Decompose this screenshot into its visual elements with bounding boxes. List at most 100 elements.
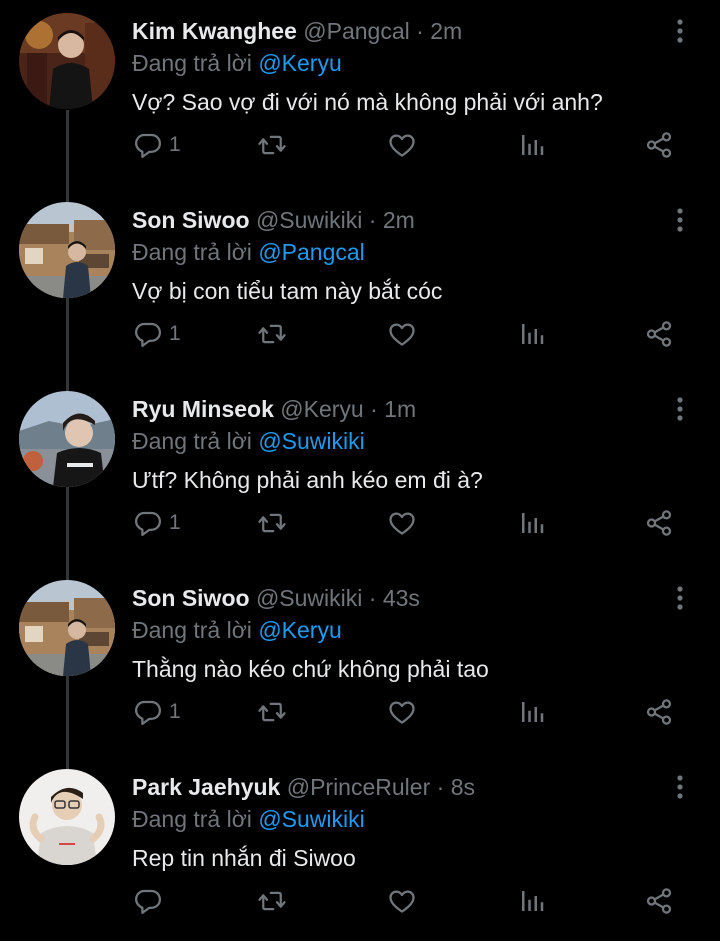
like-icon [389, 134, 415, 157]
replying-to-label: Đang trả lời [132, 50, 252, 76]
replying-to-label: Đang trả lời [132, 239, 252, 265]
more-options-button[interactable] [664, 207, 696, 235]
reply-icon [135, 889, 161, 914]
retweet-icon [258, 513, 286, 533]
share-button[interactable] [644, 314, 674, 354]
avatar[interactable] [19, 13, 115, 109]
avatar[interactable] [19, 202, 115, 298]
reply-button[interactable]: 1 [133, 692, 181, 732]
separator-dot: · [416, 18, 424, 44]
mention-link[interactable]: @Suwikiki [258, 428, 364, 454]
share-icon [646, 321, 672, 347]
tweet-header: Park Jaehyuk @PrinceRuler · 8s [132, 771, 475, 803]
tweet-actions: 1 [0, 692, 720, 732]
tweet-text: Rep tin nhắn đi Siwoo [132, 845, 356, 871]
mention-link[interactable]: @Suwikiki [258, 806, 364, 832]
views-button[interactable] [517, 314, 547, 354]
retweet-icon [258, 324, 286, 344]
tweet[interactable]: Son Siwoo @Suwikiki · 2m Đang trả lời @P… [0, 189, 720, 378]
more-options-icon [677, 775, 683, 799]
user-handle[interactable]: @Keryu [280, 396, 363, 422]
separator-dot: · [368, 585, 377, 611]
timestamp[interactable]: 2m [383, 207, 415, 233]
tweet-header: Son Siwoo @Suwikiki · 2m [132, 204, 415, 236]
views-button[interactable] [517, 125, 547, 165]
more-options-button[interactable] [664, 774, 696, 802]
reply-button[interactable]: 1 [133, 125, 181, 165]
timestamp[interactable]: 1m [384, 396, 416, 422]
replying-to-label: Đang trả lời [132, 806, 252, 832]
avatar[interactable] [19, 580, 115, 676]
tweet-text: Vợ bị con tiểu tam này bắt cóc [132, 278, 443, 304]
tweet-actions: 1 [0, 503, 720, 543]
views-button[interactable] [517, 692, 547, 732]
views-icon [522, 324, 544, 344]
views-icon [522, 513, 544, 533]
tweet-header: Kim Kwanghee @Pangcal · 2m [132, 15, 462, 47]
like-icon [389, 890, 415, 913]
like-button[interactable] [387, 503, 417, 543]
more-options-button[interactable] [664, 585, 696, 613]
timestamp[interactable]: 8s [451, 774, 475, 800]
display-name[interactable]: Son Siwoo [132, 585, 250, 611]
like-button[interactable] [387, 692, 417, 732]
mention-link[interactable]: @Keryu [258, 50, 341, 76]
reply-button[interactable] [133, 881, 169, 921]
more-options-icon [677, 397, 683, 421]
views-icon [522, 702, 544, 722]
replying-to: Đang trả lời @Suwikiki [132, 425, 365, 457]
tweet-actions: 1 [0, 125, 720, 165]
retweet-button[interactable] [257, 314, 287, 354]
tweet-header: Ryu Minseok @Keryu · 1m [132, 393, 416, 425]
display-name[interactable]: Ryu Minseok [132, 396, 274, 422]
user-handle[interactable]: @Pangcal [303, 18, 409, 44]
mention-link[interactable]: @Keryu [258, 617, 341, 643]
reply-icon [135, 133, 161, 158]
retweet-button[interactable] [257, 881, 287, 921]
share-button[interactable] [644, 692, 674, 732]
share-button[interactable] [644, 881, 674, 921]
like-button[interactable] [387, 881, 417, 921]
retweet-button[interactable] [257, 503, 287, 543]
timestamp[interactable]: 43s [383, 585, 420, 611]
tweet[interactable]: Ryu Minseok @Keryu · 1m Đang trả lời @Su… [0, 378, 720, 567]
share-button[interactable] [644, 503, 674, 543]
avatar[interactable] [19, 769, 115, 865]
views-button[interactable] [517, 503, 547, 543]
tweet-actions [0, 881, 720, 921]
more-options-button[interactable] [664, 18, 696, 46]
retweet-button[interactable] [257, 692, 287, 732]
reply-button[interactable]: 1 [133, 314, 181, 354]
user-handle[interactable]: @PrinceRuler [287, 774, 431, 800]
more-options-icon [677, 208, 683, 232]
share-button[interactable] [644, 125, 674, 165]
share-icon [646, 888, 672, 914]
user-handle[interactable]: @Suwikiki [256, 207, 362, 233]
replying-to: Đang trả lời @Keryu [132, 47, 342, 79]
reply-count: 1 [169, 511, 181, 534]
display-name[interactable]: Kim Kwanghee [132, 18, 297, 44]
like-button[interactable] [387, 125, 417, 165]
display-name[interactable]: Son Siwoo [132, 207, 250, 233]
tweet[interactable]: Kim Kwanghee @Pangcal · 2m Đang trả lời … [0, 0, 720, 189]
separator-dot: · [436, 774, 445, 800]
like-button[interactable] [387, 314, 417, 354]
display-name[interactable]: Park Jaehyuk [132, 774, 280, 800]
mention-link[interactable]: @Pangcal [258, 239, 364, 265]
replying-to: Đang trả lời @Pangcal [132, 236, 365, 268]
user-handle[interactable]: @Suwikiki [256, 585, 362, 611]
tweet[interactable]: Park Jaehyuk @PrinceRuler · 8s Đang trả … [0, 756, 720, 941]
avatar[interactable] [19, 391, 115, 487]
reply-button[interactable]: 1 [133, 503, 181, 543]
views-button[interactable] [517, 881, 547, 921]
reply-count: 1 [169, 700, 181, 723]
more-options-button[interactable] [664, 396, 696, 424]
timestamp[interactable]: 2m [430, 18, 462, 44]
tweet-text: Thằng nào kéo chứ không phải tao [132, 656, 489, 682]
retweet-icon [258, 891, 286, 911]
tweet[interactable]: Son Siwoo @Suwikiki · 43s Đang trả lời @… [0, 567, 720, 756]
more-options-icon [677, 19, 683, 43]
replying-to-label: Đang trả lời [132, 428, 252, 454]
conversation-thread: Kim Kwanghee @Pangcal · 2m Đang trả lời … [0, 0, 720, 941]
retweet-button[interactable] [257, 125, 287, 165]
